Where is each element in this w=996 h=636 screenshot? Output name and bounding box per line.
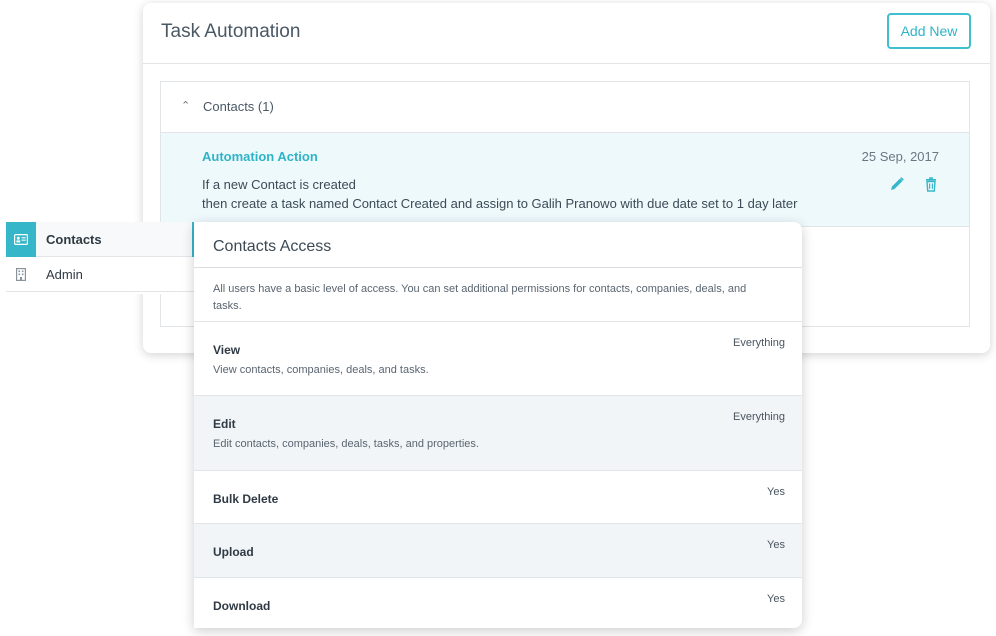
pencil-icon[interactable] [889,176,905,192]
permission-name: Download [213,599,271,613]
contact-card-icon [6,222,36,257]
permission-value[interactable]: Yes [767,593,785,605]
permission-row-upload[interactable]: Upload Yes [194,524,802,578]
chevron-up-icon[interactable]: ⌃ [181,99,190,112]
automation-title[interactable]: Automation Action [202,149,318,164]
permission-row-download[interactable]: Download Yes [194,578,802,628]
permission-name: Bulk Delete [213,492,279,506]
section-title: Contacts Access [213,238,332,255]
trash-icon[interactable] [923,176,939,192]
automation-trigger-text: If a new Contact is created [202,177,356,192]
description-text: All users have a basic level of access. … [213,283,747,312]
permission-value[interactable]: Yes [767,486,785,498]
contacts-access-header: Contacts Access [194,222,802,268]
task-automation-header: Task Automation Add New [143,3,990,64]
permission-row-bulk-delete[interactable]: Bulk Delete Yes [194,471,802,524]
sidebar-item-admin[interactable]: Admin [6,257,196,292]
permission-row-view[interactable]: View View contacts, companies, deals, an… [194,322,802,396]
group-label: Contacts (1) [203,99,274,114]
sidebar-item-contacts[interactable]: Contacts [6,222,196,257]
permission-name: Edit [213,417,236,431]
page-title: Task Automation [161,21,301,42]
building-icon [6,257,36,292]
sidebar-item-label: Contacts [46,232,102,247]
automation-row[interactable]: Automation Action 25 Sep, 2017 If a new … [161,133,969,227]
permission-name: Upload [213,545,254,559]
permission-value[interactable]: Yes [767,539,785,551]
settings-sidebar: Contacts Admin [6,222,196,294]
permission-value[interactable]: Everything [733,337,785,349]
contacts-access-card: Contacts Access All users have a basic l… [194,222,802,628]
permission-value[interactable]: Everything [733,411,785,423]
permission-name: View [213,343,241,357]
automation-date: 25 Sep, 2017 [861,149,939,164]
access-description: All users have a basic level of access. … [194,268,802,322]
sidebar-item-label: Admin [46,267,83,282]
contacts-group-header[interactable]: ⌃ Contacts (1) [161,82,969,133]
add-new-button[interactable]: Add New [887,13,971,49]
automation-action-text: then create a task named Contact Created… [202,196,798,211]
permission-description: View contacts, companies, deals, and tas… [213,364,429,376]
permission-description: Edit contacts, companies, deals, tasks, … [213,438,479,450]
permission-row-edit[interactable]: Edit Edit contacts, companies, deals, ta… [194,396,802,471]
